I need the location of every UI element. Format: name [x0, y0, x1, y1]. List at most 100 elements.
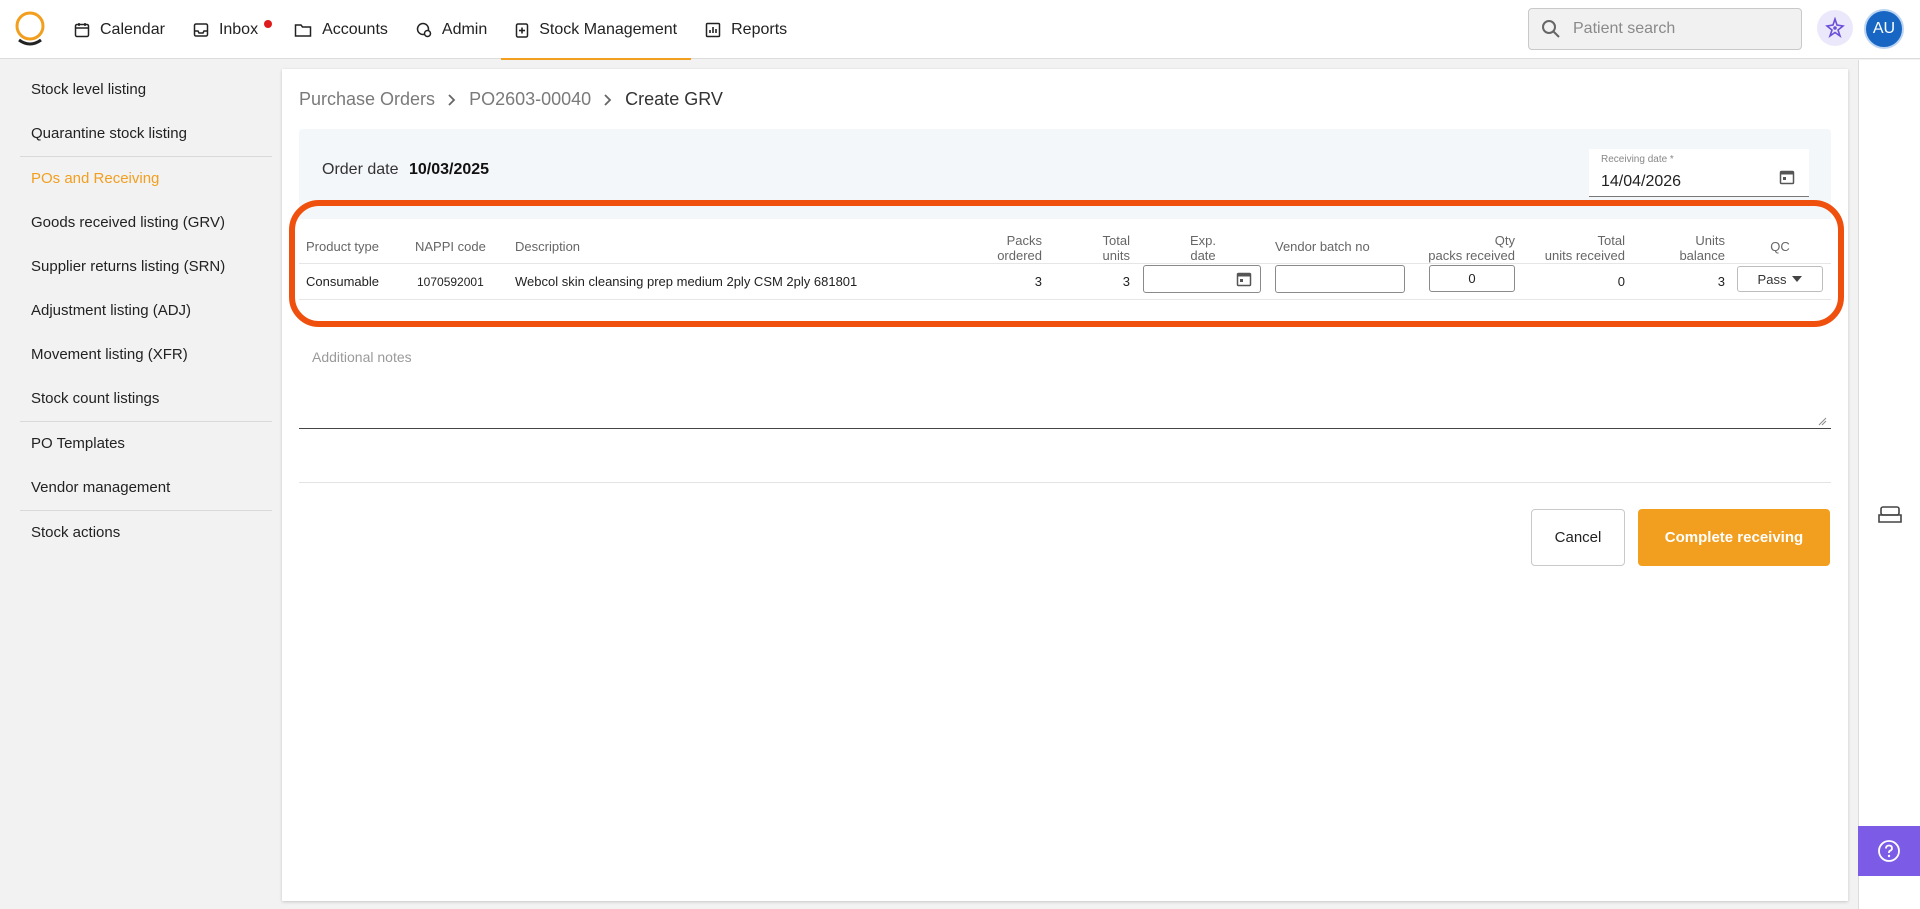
admin-icon [416, 22, 432, 37]
sidebar-item-stock-actions[interactable]: Stock actions [31, 524, 120, 541]
cancel-button[interactable]: Cancel [1531, 509, 1625, 566]
inbox-icon [193, 22, 209, 37]
breadcrumb-purchase-orders[interactable]: Purchase Orders [299, 89, 435, 110]
main-nav: Calendar Inbox Accounts Admin Stock Mana… [60, 0, 801, 60]
help-button[interactable] [1858, 826, 1920, 876]
breadcrumb: Purchase Orders PO2603-00040 Create GRV [299, 89, 723, 110]
col-header-description: Description [515, 239, 581, 254]
exp-date-input[interactable] [1143, 265, 1261, 293]
create-grv-card: Purchase Orders PO2603-00040 Create GRV … [282, 69, 1848, 901]
sidebar-divider [20, 510, 272, 511]
cell-total-units: 3 [1122, 274, 1130, 289]
col-header-text: Packs [1006, 233, 1042, 248]
nav-reports[interactable]: Reports [691, 0, 801, 59]
nav-calendar-label: Calendar [100, 20, 165, 38]
cell-packs-ordered: 3 [1034, 274, 1042, 289]
additional-notes-textarea[interactable]: Additional notes [299, 339, 1831, 429]
col-header-text: Units [1695, 233, 1725, 248]
sidebar-item-movement-listing[interactable]: Movement listing (XFR) [31, 346, 188, 363]
ai-assistant-button[interactable] [1817, 10, 1853, 46]
receiving-date-field[interactable]: Receiving date * 14/04/2026 [1589, 149, 1809, 197]
nav-inbox-label: Inbox [218, 20, 259, 38]
table-header-divider [299, 263, 1831, 264]
help-icon [1878, 840, 1900, 862]
medical-box-icon [516, 22, 529, 38]
stock-sidebar: Stock level listing Quarantine stock lis… [0, 60, 280, 909]
resize-grip-icon[interactable] [1817, 416, 1827, 426]
nav-admin[interactable]: Admin [402, 0, 501, 59]
order-date-label: Order date [322, 161, 399, 178]
tray-icon[interactable] [1877, 505, 1903, 525]
breadcrumb-po-number[interactable]: PO2603-00040 [469, 89, 591, 110]
right-utility-rail [1858, 60, 1920, 909]
table-row-divider [299, 299, 1831, 300]
top-navigation-bar: Calendar Inbox Accounts Admin Stock Mana… [0, 0, 1920, 60]
app-logo[interactable] [12, 10, 48, 46]
breadcrumb-current: Create GRV [625, 89, 723, 109]
nav-accounts[interactable]: Accounts [280, 0, 402, 59]
col-header-product-type: Product type [306, 239, 379, 254]
folder-icon [294, 23, 312, 37]
cell-nappi-code: 1070592001 [417, 275, 484, 289]
col-header-vendor-batch-no: Vendor batch no [1275, 239, 1370, 254]
nav-stock-management[interactable]: Stock Management [501, 0, 691, 60]
sidebar-item-supplier-returns-listing[interactable]: Supplier returns listing (SRN) [31, 258, 225, 275]
sidebar-item-adjustment-listing[interactable]: Adjustment listing (ADJ) [31, 302, 191, 319]
col-header-qty-packs-received: Qty packs received [1405, 233, 1515, 263]
col-header-text: date [1190, 248, 1216, 263]
search-placeholder: Patient search [1573, 20, 1676, 37]
col-header-text: packs received [1428, 248, 1515, 263]
sidebar-item-stock-count-listings[interactable]: Stock count listings [31, 390, 159, 407]
col-header-text: Total [1102, 233, 1130, 248]
col-header-text: Exp. [1189, 233, 1216, 248]
user-avatar[interactable]: AU [1864, 9, 1904, 49]
sparkle-icon [1825, 17, 1845, 39]
sidebar-item-goods-received-listing[interactable]: Goods received listing (GRV) [31, 214, 225, 231]
calendar-icon [74, 22, 90, 37]
unread-badge [264, 20, 273, 28]
col-header-text: balance [1679, 248, 1725, 263]
col-header-text: units received [1544, 248, 1625, 263]
sidebar-item-stock-level-listing[interactable]: Stock level listing [31, 81, 146, 98]
cell-product-type: Consumable [306, 274, 379, 289]
qty-packs-received-input[interactable]: 0 [1429, 265, 1515, 292]
calendar-picker-icon[interactable] [1236, 271, 1252, 287]
qty-packs-received-value: 0 [1468, 271, 1476, 286]
notes-placeholder: Additional notes [312, 349, 412, 365]
chevron-right-icon [447, 93, 457, 107]
sidebar-item-pos-and-receiving[interactable]: POs and Receiving [31, 170, 159, 187]
cell-total-units-received: 0 [1617, 274, 1625, 289]
section-divider [299, 482, 1831, 483]
nav-stock-management-label: Stock Management [539, 20, 678, 38]
col-header-text: ordered [997, 248, 1042, 263]
col-header-text: Total [1597, 233, 1625, 248]
col-header-total-units-received: Total units received [1515, 233, 1625, 263]
col-header-exp-date: Exp. date [1172, 233, 1234, 263]
cell-description: Webcol skin cleansing prep medium 2ply C… [515, 274, 858, 289]
sidebar-item-quarantine-stock-listing[interactable]: Quarantine stock listing [31, 125, 187, 142]
sidebar-item-po-templates[interactable]: PO Templates [31, 435, 125, 452]
receiving-date-label: Receiving date * [1601, 154, 1674, 165]
chevron-right-icon [603, 93, 613, 107]
nav-admin-label: Admin [441, 20, 488, 38]
complete-receiving-button[interactable]: Complete receiving [1638, 509, 1830, 566]
col-header-total-units: Total units [1070, 233, 1130, 263]
bar-chart-icon [705, 22, 721, 37]
receiving-date-value: 14/04/2026 [1601, 173, 1682, 190]
search-icon [1542, 20, 1560, 38]
qc-selected-value: Pass [1757, 271, 1787, 287]
vendor-batch-input[interactable] [1275, 265, 1405, 293]
col-header-text: Qty [1494, 233, 1515, 248]
calendar-picker-icon[interactable] [1779, 169, 1795, 185]
qc-select[interactable]: Pass [1737, 266, 1823, 292]
sidebar-item-vendor-management[interactable]: Vendor management [31, 479, 170, 496]
nav-calendar[interactable]: Calendar [60, 0, 179, 59]
sidebar-divider [20, 421, 272, 422]
col-header-nappi-code: NAPPI code [415, 239, 486, 254]
nav-inbox[interactable]: Inbox [179, 0, 280, 59]
nav-accounts-label: Accounts [322, 20, 388, 38]
chevron-down-icon [1792, 276, 1803, 282]
col-header-packs-ordered: Packs ordered [980, 233, 1042, 263]
col-header-units-balance: Units balance [1645, 233, 1725, 263]
patient-search-input[interactable]: Patient search [1528, 8, 1802, 50]
